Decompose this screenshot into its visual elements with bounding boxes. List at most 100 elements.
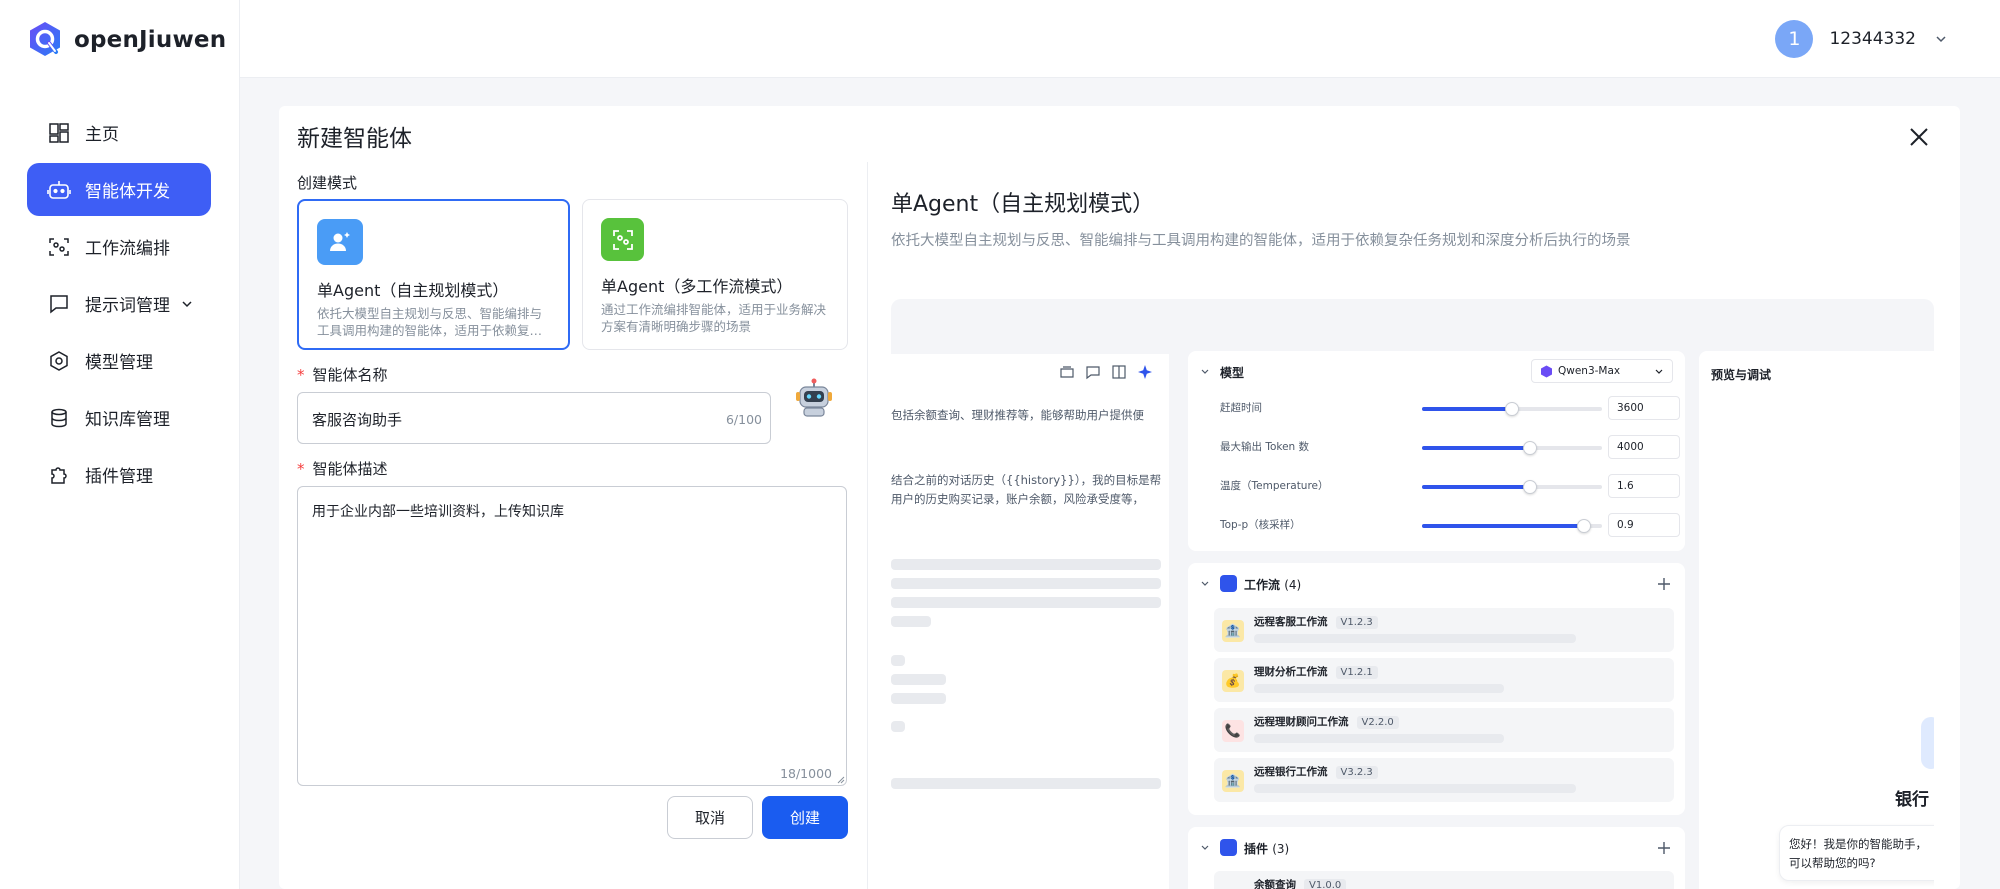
name-label: * 智能体名称 [297, 366, 388, 384]
detail-title: 单Agent（自主规划模式） [891, 192, 1155, 217]
debug-panel: 预览与调试 银行 您好！我是你的智能助手， 可以帮助您的吗? [1699, 351, 1934, 889]
mode-card-multi-workflow[interactable]: 单Agent（多工作流模式） 通过工作流编排智能体，适用于业务解决方案有清晰明确… [582, 199, 848, 350]
close-icon[interactable] [1906, 124, 1932, 150]
desc-label: * 智能体描述 [297, 460, 388, 478]
slider-row: Top-p（核采样） 0.9 [1200, 513, 1680, 537]
workflow-name: 远程银行工作流 V3.2.3 [1254, 764, 1378, 779]
model-select-value: Qwen3-Max [1558, 365, 1621, 377]
sparkle-icon [1138, 365, 1152, 379]
sidebar-item-workflow[interactable]: 工作流编排 [27, 220, 211, 273]
chat-icon [1086, 366, 1100, 380]
dashboard-icon [47, 121, 71, 145]
chat-line: 可以帮助您的吗? [1789, 856, 1876, 870]
workflow-item: 🏦 远程银行工作流 V3.2.3 [1214, 758, 1674, 802]
model-select: Qwen3-Max [1531, 359, 1673, 383]
skeleton-line [891, 693, 946, 704]
chat-line: 您好！我是你的智能助手， [1789, 837, 1927, 851]
workflow-item: 📞 远程理财顾问工作流 V2.2.0 [1214, 708, 1674, 752]
agent-avatar-picker[interactable] [794, 378, 834, 418]
sidebar-item-label: 提示词管理 [85, 296, 170, 316]
slider-track [1422, 519, 1602, 533]
slider-fill [1422, 446, 1530, 450]
workflow-name: 远程客服工作流 V1.2.3 [1254, 614, 1378, 629]
mode-desc: 通过工作流编排智能体，适用于业务解决方案有清晰明确步骤的场景 [601, 302, 827, 334]
divider [867, 162, 868, 889]
user-menu[interactable]: 1 12344332 [1775, 20, 1948, 58]
detail-desc: 依托大模型自主规划与反思、智能编排与工具调用构建的智能体，适用于依赖复杂任务规划… [891, 233, 1631, 249]
skeleton-line [891, 559, 1161, 570]
slider-row: 赶超时间 3600 [1200, 396, 1680, 420]
workflow-section-title: 工作流 (4) [1244, 578, 1302, 592]
user-name[interactable]: 12344332 [1829, 29, 1916, 49]
prompt-toolbar [1059, 364, 1153, 380]
box-icon [1060, 366, 1074, 378]
skeleton-line [891, 578, 1161, 589]
cancel-button[interactable]: 取消 [667, 796, 753, 839]
bank-icon: 🏦 [1222, 620, 1244, 642]
skeleton-line [1254, 734, 1504, 743]
resize-handle-icon[interactable] [835, 774, 845, 784]
robot-icon [47, 178, 71, 202]
plugin-card: 插件 (3) 余额查询 V1.0.0 [1188, 827, 1685, 889]
create-button[interactable]: 创建 [762, 796, 848, 839]
prompt-text-line: 结合之前的对话历史（{{history}}），我的目标是帮 [891, 473, 1162, 487]
modal-title: 新建智能体 [297, 126, 412, 152]
sidebar-item-model[interactable]: 模型管理 [27, 334, 211, 387]
slider-thumb [1523, 480, 1537, 494]
slider-thumb [1523, 441, 1537, 455]
slider-label: 温度（Temperature） [1220, 480, 1329, 492]
sidebar-item-label: 模型管理 [85, 353, 153, 373]
mode-card-autonomous[interactable]: 单Agent（自主规划模式） 依托大模型自主规划与反思、智能编排与工具调用构建的… [297, 199, 570, 350]
top-bar: 1 12344332 [0, 0, 2000, 78]
chat-decoration [1921, 717, 1934, 769]
mode-title: 单Agent（自主规划模式） [317, 281, 509, 300]
chevron-down-icon [182, 300, 192, 307]
agent-desc-textarea[interactable]: 用于企业内部一些培训资料，上传知识库 18/1000 [297, 486, 847, 786]
sidebar-item-label: 智能体开发 [85, 182, 170, 202]
skeleton-line [891, 778, 1161, 789]
sidebar-item-label: 插件管理 [85, 467, 153, 487]
workflow-icon [47, 235, 71, 259]
slider-fill [1422, 485, 1530, 489]
workflow-icon [601, 218, 644, 261]
sidebar: openJiuwen 主页 智能体开发 工作流编排 提示词管理 模型管理 知识库… [0, 0, 240, 889]
skeleton-line [891, 597, 1161, 608]
chat-bubble: 您好！我是你的智能助手， 可以帮助您的吗? [1779, 825, 1934, 881]
logo-text: openJiuwen [74, 27, 227, 53]
prompt-panel: 包括余额查询、理财推荐等，能够帮助用户提供便 结合之前的对话历史（{{histo… [891, 354, 1169, 889]
money-bag-icon: 💰 [1222, 670, 1244, 692]
slider-value: 4000 [1608, 435, 1680, 459]
sidebar-item-agent-dev[interactable]: 智能体开发 [27, 163, 211, 216]
chevron-down-icon[interactable] [1934, 32, 1948, 46]
model-section-title: 模型 [1220, 366, 1245, 380]
chevron-down-icon [1201, 845, 1209, 850]
skeleton-line [1254, 684, 1504, 693]
chevron-down-icon [1201, 581, 1209, 586]
chevron-down-icon [1201, 369, 1209, 374]
debug-title: 预览与调试 [1711, 368, 1772, 382]
sidebar-item-plugin[interactable]: 插件管理 [27, 448, 211, 501]
plus-icon [1658, 842, 1670, 854]
agent-name-input[interactable]: 客服咨询助手 6/100 [297, 392, 771, 444]
slider-fill [1422, 407, 1512, 411]
plugin-item: 余额查询 V1.0.0 [1214, 871, 1674, 889]
slider-thumb [1577, 519, 1591, 533]
slider-thumb [1505, 402, 1519, 416]
plugin-section-title: 插件 (3) [1244, 842, 1290, 856]
sidebar-item-knowledge[interactable]: 知识库管理 [27, 391, 211, 444]
sidebar-item-home[interactable]: 主页 [27, 106, 211, 159]
columns-icon [1112, 365, 1126, 379]
agent-user-icon [317, 219, 363, 265]
logo-icon [30, 22, 60, 56]
create-agent-modal: 新建智能体 创建模式 单Agent（自主规划模式） 依托大模型自主规划与反思、智… [279, 106, 1960, 889]
sidebar-item-prompt[interactable]: 提示词管理 [27, 277, 211, 330]
qwen-icon [1541, 365, 1552, 378]
mode-title: 单Agent（多工作流模式） [601, 277, 793, 296]
database-icon [47, 406, 71, 430]
avatar[interactable]: 1 [1775, 20, 1814, 58]
slider-track [1422, 480, 1602, 494]
agent-name-value: 客服咨询助手 [312, 411, 403, 429]
mode-desc: 依托大模型自主规划与反思、智能编排与工具调用构建的智能体，适用于依赖复… [317, 306, 543, 338]
name-counter: 6/100 [725, 412, 762, 427]
logo[interactable]: openJiuwen [26, 20, 226, 60]
